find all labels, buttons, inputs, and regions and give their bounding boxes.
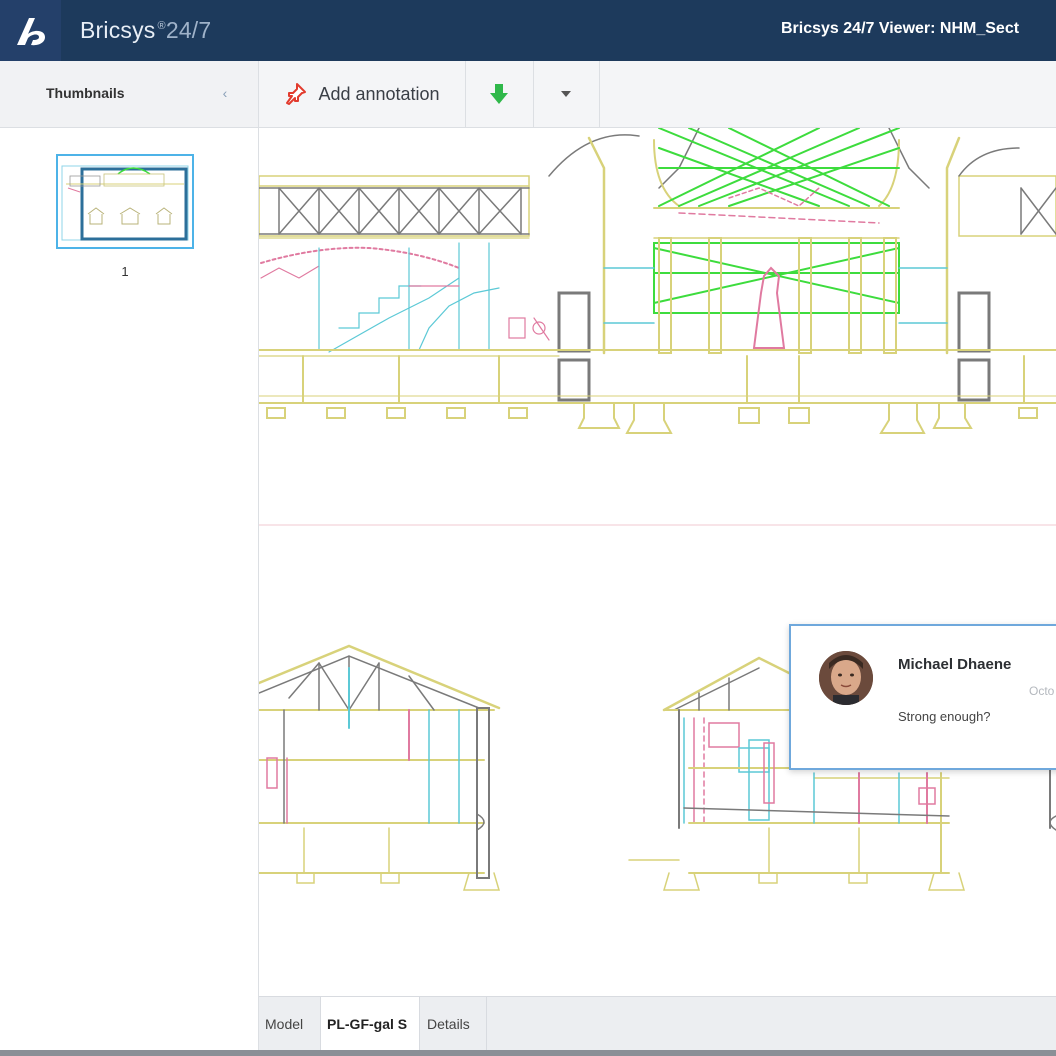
sidebar-header: Thumbnails ‹ [0, 61, 258, 128]
thumbnails-title: Thumbnails [46, 85, 125, 101]
download-options-dropdown[interactable] [533, 61, 600, 127]
cad-drawing [259, 128, 1056, 891]
brand-name: Bricsys [80, 17, 156, 43]
page-thumbnail-preview [58, 156, 192, 247]
lower-left-section [259, 644, 501, 891]
upper-left-truss [259, 175, 530, 237]
tab-model[interactable]: Model [259, 997, 319, 1051]
drawing-canvas[interactable] [259, 128, 1056, 996]
bricsys-logo[interactable] [0, 0, 61, 61]
thumbnails-panel: 1 [0, 128, 259, 1056]
upper-left-gallery [259, 237, 560, 357]
pin-icon [286, 83, 307, 105]
user-photo-icon [819, 651, 873, 705]
thumbnail-page-number: 1 [121, 264, 129, 279]
download-arrow-icon [490, 84, 508, 104]
viewer-title: Bricsys 24/7 Viewer: NHM_Sect [781, 20, 1020, 37]
upper-foundation [259, 349, 1056, 434]
download-button[interactable] [465, 61, 534, 127]
brand-mark: ® [157, 20, 166, 32]
annotation-comment-popup[interactable]: Michael Dhaene Octo Strong enough? [789, 624, 1056, 770]
top-bar: Bricsys ®24/7 Bricsys 24/7 Viewer: NHM_Se… [0, 0, 1056, 61]
brand-wordmark: Bricsys ®24/7 [80, 14, 211, 46]
comment-date: Octo [1029, 684, 1055, 698]
layout-tabs: Model PL-GF-gal S Details [259, 996, 1056, 1051]
add-annotation-button[interactable]: Add annotation [259, 61, 466, 127]
central-dome [548, 128, 1056, 402]
collapse-sidebar-icon[interactable]: ‹ [218, 83, 232, 103]
page-thumbnail[interactable] [56, 154, 194, 249]
bricsys-logo-icon [16, 17, 45, 45]
comment-text: Strong enough? [898, 709, 991, 724]
tab-pl-gf-gal-s[interactable]: PL-GF-gal S [320, 997, 420, 1051]
toolbar: Add annotation [258, 61, 1056, 128]
avatar [819, 651, 873, 705]
window-bottom-edge [0, 1050, 1056, 1056]
caret-down-icon [561, 91, 571, 97]
add-annotation-label: Add annotation [318, 83, 440, 104]
tab-details[interactable]: Details [421, 997, 487, 1051]
comment-author: Michael Dhaene [898, 656, 1012, 673]
brand-version: 24/7 [165, 17, 212, 43]
